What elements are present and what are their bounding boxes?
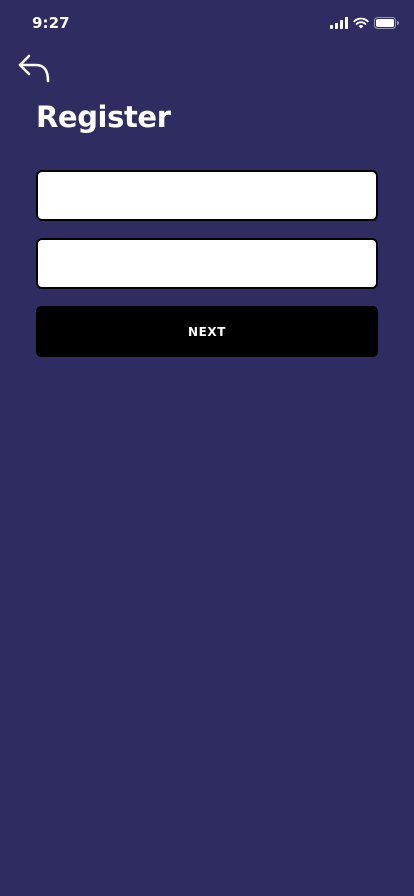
status-icons: [330, 16, 399, 30]
status-bar: 9:27: [0, 0, 414, 44]
wifi-icon: [353, 17, 369, 29]
page-title: Register: [36, 100, 171, 134]
battery-icon: [374, 17, 399, 29]
back-button[interactable]: [16, 52, 54, 86]
input-field-1[interactable]: [36, 170, 378, 221]
status-time: 9:27: [32, 14, 70, 32]
next-button[interactable]: NEXT: [36, 306, 378, 357]
register-form: NEXT: [36, 170, 378, 357]
signal-icon: [330, 17, 348, 29]
back-arrow-icon: [16, 54, 54, 90]
input-field-2[interactable]: [36, 238, 378, 289]
